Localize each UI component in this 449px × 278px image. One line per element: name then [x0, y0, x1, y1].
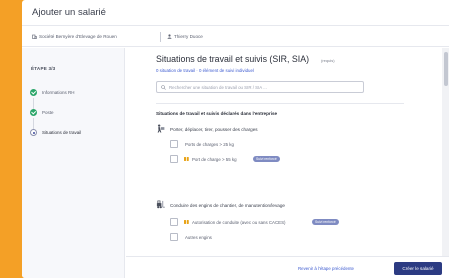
step-label: Poste [42, 110, 54, 115]
step-counter: ÉTAPE 3/3 [31, 66, 56, 71]
employee-name: Thierry Duoce [174, 34, 203, 39]
stepper-sidebar: ÉTAPE 3/3 Informations RH Poste Situatio… [22, 48, 125, 278]
option-label: Port de charge > 55 kg [192, 157, 237, 162]
step-label: Informations RH [42, 90, 75, 95]
category-label: Conduire des engins de chantier, de manu… [170, 202, 285, 208]
current-step-icon [30, 129, 37, 136]
category-engins-chantier[interactable]: Conduire des engins de chantier, de manu… [156, 200, 416, 210]
check-icon [30, 89, 37, 96]
selection-summary: 0 situation de travail · 0 élément de su… [156, 68, 254, 73]
option-label: Autorisation de conduite (avec ou sans C… [192, 220, 286, 225]
section-title: Situations de travail et suivis (SIR, SI… [156, 54, 310, 64]
step-situations-de-travail[interactable]: Situations de travail [30, 128, 120, 138]
employee-context[interactable]: Thierry Duoce [167, 34, 203, 39]
status-badge: Suivi renforcé [312, 219, 339, 225]
title-bar: Ajouter un salarié [22, 0, 449, 26]
footer-bar: Revenir à l'étape précédente Créer le sa… [126, 256, 449, 278]
option-label: Autres engins [185, 235, 212, 240]
category-label: Porter, déplacer, tirer, pousser des cha… [170, 126, 258, 132]
forklift-icon [156, 200, 165, 209]
main-content: Situations de travail et suivis (SIR, SI… [126, 48, 442, 256]
person-carrying-icon [157, 124, 165, 133]
option-checkbox[interactable] [170, 218, 178, 226]
company-name: Société Bernyère d'Elevage de Rouen [39, 34, 117, 39]
scrollbar[interactable] [442, 48, 449, 256]
option-autorisation-conduite[interactable]: Autorisation de conduite (avec ou sans C… [170, 217, 410, 227]
divider [156, 103, 404, 104]
search-input[interactable] [169, 83, 359, 91]
option-ports-de-charges[interactable]: Ports de charges > 25 kg [170, 139, 410, 149]
option-checkbox[interactable] [170, 140, 178, 148]
option-checkbox[interactable] [170, 233, 178, 241]
option-autres-engins[interactable]: Autres engins [170, 232, 410, 242]
warning-icon [184, 156, 189, 161]
option-label: Ports de charges > 25 kg [185, 142, 234, 147]
step-poste[interactable]: Poste [30, 108, 120, 118]
search-icon [161, 84, 166, 90]
status-badge: Suivi renforcé [253, 156, 280, 162]
context-bar: Société Bernyère d'Elevage de Rouen Thie… [22, 27, 449, 47]
warning-icon [184, 219, 189, 224]
app-window: Ajouter un salarié Société Bernyère d'El… [22, 0, 449, 278]
context-divider [160, 32, 161, 42]
category-porter-charges[interactable]: Porter, déplacer, tirer, pousser des cha… [156, 124, 416, 134]
option-checkbox[interactable] [170, 155, 178, 163]
check-icon [30, 109, 37, 116]
group-header: Situations de travail et suivis déclarés… [156, 111, 278, 116]
step-label: Situations de travail [42, 130, 82, 135]
create-employee-button[interactable]: Créer le salarié [394, 262, 442, 275]
option-port-de-charge[interactable]: Port de charge > 55 kg Suivi renforcé [170, 154, 410, 164]
previous-step-link[interactable]: Revenir à l'étape précédente [298, 266, 354, 271]
user-icon [167, 34, 172, 39]
required-badge: (requis) [321, 58, 335, 63]
scrollbar-thumb[interactable] [443, 52, 448, 86]
page-title: Ajouter un salarié [32, 7, 106, 18]
building-icon [32, 34, 37, 39]
search-field[interactable] [156, 81, 364, 93]
step-informations-rh[interactable]: Informations RH [30, 88, 120, 98]
company-context[interactable]: Société Bernyère d'Elevage de Rouen [32, 34, 117, 39]
